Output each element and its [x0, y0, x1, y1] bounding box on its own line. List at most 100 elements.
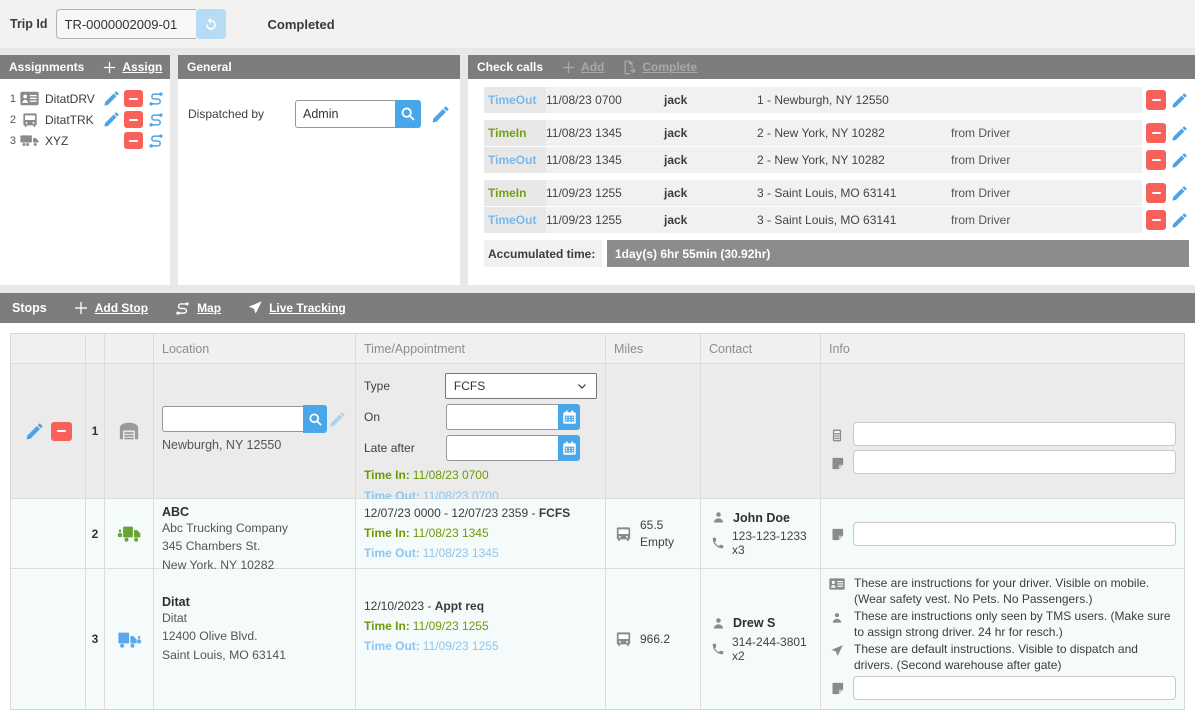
dispatched-by-input[interactable] [295, 100, 395, 128]
appointment-late-after-input[interactable] [446, 435, 558, 461]
stop-company-name: Ditat [162, 595, 347, 609]
time-out-value: 11/08/23 1345 [423, 546, 499, 560]
map-button[interactable]: Map [174, 300, 221, 317]
edit-check-call-button[interactable] [1169, 210, 1189, 230]
dispatched-by-search-button[interactable] [395, 100, 421, 128]
assignments-panel-header: Assignments Assign [0, 55, 170, 79]
appointment-type-select[interactable]: FCFS [445, 373, 597, 399]
appointment-type-value: FCFS [454, 379, 485, 393]
remove-assignment-button[interactable] [124, 90, 143, 107]
time-in-value: 11/08/23 1345 [413, 526, 489, 540]
live-tracking-label: Live Tracking [269, 301, 346, 315]
check-call-row: TimeIn 11/09/23 1255 jack 3 - Saint Loui… [484, 180, 1189, 206]
live-tracking-button[interactable]: Live Tracking [247, 300, 346, 316]
assignment-name: DitatDRV [43, 92, 98, 106]
trip-status-text: Completed [268, 17, 335, 32]
appointment-type-label: Type [364, 379, 445, 393]
edit-assignment-button[interactable] [101, 89, 121, 109]
stop-note-input[interactable] [853, 450, 1176, 474]
stop-row: 1 Newburgh, NY 12550 Type [11, 364, 1184, 499]
edit-assignment-button[interactable] [101, 110, 121, 130]
check-call-name: jack [664, 93, 757, 107]
assignment-index: 3 [6, 135, 16, 147]
assignment-index: 1 [6, 93, 16, 105]
check-call-row: TimeIn 11/08/23 1345 jack 2 - New York, … [484, 120, 1189, 146]
edit-check-call-button[interactable] [1169, 183, 1189, 203]
calendar-icon [562, 410, 577, 425]
edit-dispatched-by-button[interactable] [430, 104, 450, 124]
stop-miles: 65.5 [640, 517, 674, 534]
stop-number: 1 [86, 364, 105, 499]
remove-check-call-button[interactable] [1146, 210, 1166, 230]
assign-button[interactable]: Assign [102, 60, 162, 75]
appointment-on-input[interactable] [446, 404, 558, 430]
pencil-icon [431, 105, 450, 124]
stop-location-text: Newburgh, NY 12550 [162, 438, 347, 452]
stop-address-line: 12400 Olive Blvd. [162, 627, 347, 645]
appointment-late-after-label: Late after [364, 441, 446, 455]
calendar-icon [562, 441, 577, 456]
time-out-label: Time Out: [364, 546, 420, 560]
stop-miles: 966.2 [640, 631, 670, 648]
route-history-button[interactable] [146, 132, 166, 150]
check-call-type: TimeOut [484, 147, 546, 173]
remove-check-call-button[interactable] [1146, 183, 1166, 203]
dispatched-by-label: Dispatched by [188, 107, 295, 121]
complete-check-calls-button[interactable]: Complete [622, 60, 697, 75]
remove-assignment-button[interactable] [124, 111, 143, 128]
note-icon [829, 454, 845, 471]
edit-check-call-button[interactable] [1169, 123, 1189, 143]
stop-company-name: ABC [162, 505, 347, 519]
contact-name: Drew S [733, 616, 775, 630]
trip-id-label: Trip Id [10, 17, 48, 31]
pencil-icon [25, 422, 44, 441]
stop-note-input[interactable] [853, 522, 1176, 546]
add-stop-button[interactable]: Add Stop [73, 300, 148, 316]
edit-check-call-button[interactable] [1169, 90, 1189, 110]
appointment-on-calendar-button[interactable] [558, 404, 580, 430]
add-check-call-button[interactable]: Add [561, 60, 604, 75]
route-history-button[interactable] [146, 90, 166, 108]
remove-check-call-button[interactable] [1146, 150, 1166, 170]
assignment-name: XYZ [43, 134, 98, 148]
check-call-datetime: 11/08/23 1345 [546, 126, 664, 140]
stops-title: Stops [12, 301, 47, 315]
navigation-icon [247, 300, 263, 316]
edit-check-call-button[interactable] [1169, 150, 1189, 170]
assignment-name: DitatTRK [43, 113, 98, 127]
check-call-name: jack [664, 153, 757, 167]
stop-reference-input[interactable] [853, 422, 1176, 446]
stop-note-input[interactable] [853, 676, 1176, 700]
pencil-icon [1171, 152, 1188, 169]
stops-table-header: Location Time/Appointment Miles Contact … [11, 334, 1184, 364]
time-in-label: Time In: [364, 468, 410, 482]
edit-stop-location-button[interactable] [327, 409, 347, 429]
appointment-late-after-calendar-button[interactable] [558, 435, 580, 461]
stop-location-search-button[interactable] [303, 405, 327, 433]
column-header-actions [11, 334, 86, 363]
route-history-button[interactable] [146, 111, 166, 129]
plus-icon [73, 300, 89, 316]
trip-refresh-button[interactable] [196, 9, 226, 39]
remove-check-call-button[interactable] [1146, 90, 1166, 110]
stop-address-line: Abc Trucking Company [162, 519, 347, 537]
stop-location-search-input[interactable] [162, 406, 303, 432]
check-call-row: TimeOut 11/08/23 1345 jack 2 - New York,… [484, 147, 1189, 173]
send-icon [829, 642, 845, 674]
pencil-icon [1171, 92, 1188, 109]
trip-id-input[interactable] [56, 9, 196, 39]
contact-phone: 314-244-3801 x2 [732, 635, 820, 663]
remove-assignment-button[interactable] [124, 132, 143, 149]
edit-stop-button[interactable] [25, 421, 45, 441]
remove-stop-button[interactable] [51, 422, 72, 441]
appointment-type: FCFS [539, 506, 570, 520]
pencil-icon [103, 90, 120, 107]
check-call-location: 2 - New York, NY 10282 [757, 126, 951, 140]
remove-check-call-button[interactable] [1146, 123, 1166, 143]
search-icon [400, 106, 416, 122]
assignment-row-driver: 1 DitatDRV [6, 88, 166, 109]
check-call-row: TimeOut 11/08/23 0700 jack 1 - Newburgh,… [484, 87, 1189, 113]
stop-address-line: 345 Chambers St. [162, 537, 347, 555]
check-call-name: jack [664, 213, 757, 227]
check-call-source: from Driver [951, 186, 1142, 200]
